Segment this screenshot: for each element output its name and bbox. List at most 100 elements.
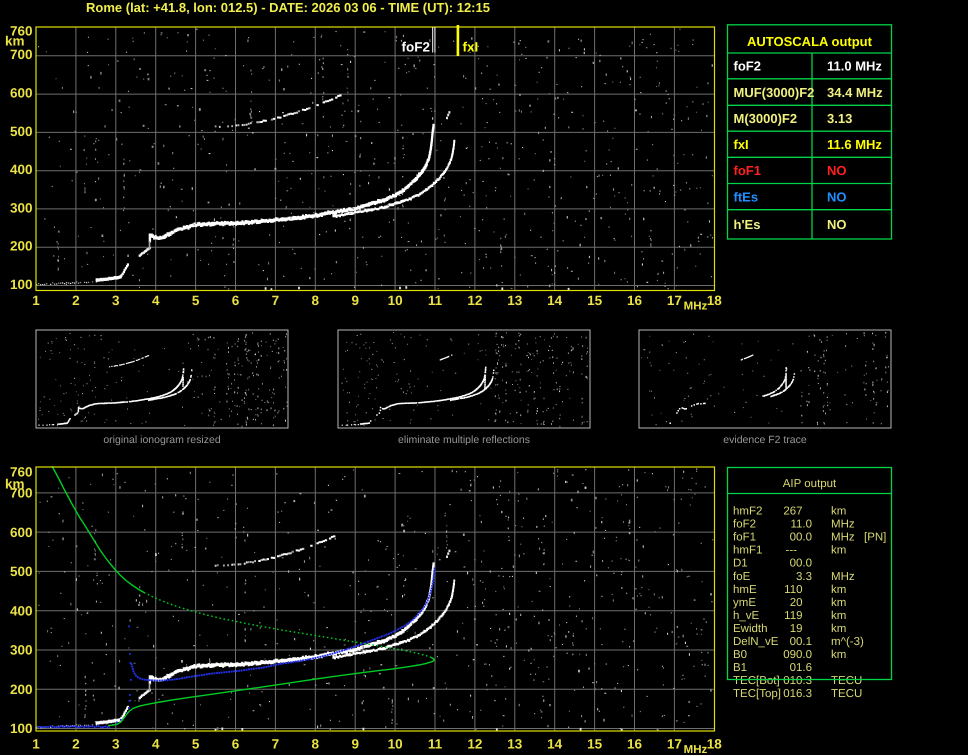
svg-text:00.0: 00.0 — [790, 558, 812, 570]
svg-text:00.1: 00.1 — [790, 636, 812, 648]
svg-text:5: 5 — [192, 737, 200, 752]
svg-text:13: 13 — [507, 737, 523, 752]
svg-text:D1: D1 — [733, 558, 748, 570]
svg-text:34.4 MHz: 34.4 MHz — [827, 85, 883, 100]
svg-text:h'Es: h'Es — [734, 217, 761, 232]
svg-text:14: 14 — [547, 293, 563, 308]
svg-text:9: 9 — [351, 293, 359, 308]
svg-text:01.6: 01.6 — [790, 662, 812, 674]
svg-text:100: 100 — [10, 721, 33, 736]
svg-text:---: --- — [786, 545, 798, 557]
svg-text:14: 14 — [547, 737, 563, 752]
svg-text:hmF1: hmF1 — [733, 545, 762, 557]
svg-text:original ionogram resized: original ionogram resized — [103, 434, 220, 446]
svg-text:eliminate multiple reflections: eliminate multiple reflections — [398, 434, 530, 446]
svg-text:6: 6 — [232, 737, 240, 752]
svg-text:MHz: MHz — [831, 571, 855, 583]
svg-text:NO: NO — [827, 189, 847, 204]
svg-text:h_vE: h_vE — [733, 610, 760, 622]
svg-text:13: 13 — [507, 293, 523, 308]
svg-text:ymE: ymE — [733, 597, 756, 609]
svg-text:7: 7 — [272, 737, 280, 752]
svg-text:11.0: 11.0 — [790, 519, 812, 531]
svg-text:15: 15 — [587, 293, 603, 308]
svg-text:m^(-3): m^(-3) — [831, 636, 864, 648]
svg-text:AUTOSCALA output: AUTOSCALA output — [747, 34, 873, 49]
svg-text:AIP output: AIP output — [783, 478, 837, 490]
svg-text:10: 10 — [388, 293, 403, 308]
svg-text:MHz: MHz — [831, 519, 855, 531]
svg-text:foE: foE — [733, 571, 751, 583]
svg-text:TEC[Top]: TEC[Top] — [733, 688, 781, 700]
svg-text:fxI: fxI — [734, 137, 749, 152]
svg-text:1: 1 — [32, 293, 40, 308]
svg-text:M(3000)F2: M(3000)F2 — [734, 111, 798, 126]
svg-text:km: km — [831, 623, 846, 635]
svg-text:3: 3 — [112, 293, 120, 308]
svg-text:17: 17 — [667, 737, 682, 752]
svg-text:km: km — [831, 610, 846, 622]
svg-text:hmF2: hmF2 — [733, 506, 762, 518]
svg-text:foF2: foF2 — [734, 59, 761, 74]
svg-text:200: 200 — [10, 682, 33, 697]
svg-text:evidence F2 trace: evidence F2 trace — [723, 434, 807, 446]
svg-text:B0: B0 — [733, 649, 747, 661]
svg-text:foF1: foF1 — [734, 163, 761, 178]
svg-text:200: 200 — [10, 239, 33, 254]
svg-text:18: 18 — [707, 293, 723, 308]
svg-text:8: 8 — [312, 293, 320, 308]
svg-text:TECU: TECU — [831, 688, 862, 700]
svg-text:7: 7 — [272, 293, 280, 308]
svg-text:400: 400 — [10, 603, 33, 618]
svg-text:18: 18 — [707, 737, 723, 752]
svg-text:3.13: 3.13 — [827, 111, 852, 126]
svg-text:TECU: TECU — [831, 675, 862, 687]
svg-text:km: km — [5, 477, 25, 492]
svg-text:11: 11 — [428, 737, 443, 752]
svg-text:00.0: 00.0 — [790, 532, 812, 544]
svg-text:km: km — [831, 545, 846, 557]
svg-text:foF2: foF2 — [402, 40, 431, 55]
svg-text:9: 9 — [351, 737, 359, 752]
svg-text:17: 17 — [667, 293, 682, 308]
svg-text:12: 12 — [467, 293, 482, 308]
svg-text:[PN]: [PN] — [864, 532, 886, 544]
svg-text:100: 100 — [10, 277, 33, 292]
svg-text:km: km — [5, 34, 25, 49]
svg-text:4: 4 — [152, 737, 160, 752]
svg-text:NO: NO — [827, 217, 847, 232]
svg-text:300: 300 — [10, 200, 33, 215]
svg-text:fxI: fxI — [463, 40, 479, 55]
svg-text:km: km — [831, 649, 846, 661]
svg-text:km: km — [831, 506, 846, 518]
svg-text:2: 2 — [72, 293, 80, 308]
svg-text:10: 10 — [388, 737, 403, 752]
svg-text:11.6 MHz: 11.6 MHz — [827, 137, 882, 152]
svg-text:B1: B1 — [733, 662, 747, 674]
svg-text:DelN_vE: DelN_vE — [733, 636, 779, 648]
svg-text:016.3: 016.3 — [783, 688, 812, 700]
svg-text:TEC[Bot]: TEC[Bot] — [733, 675, 780, 687]
svg-text:600: 600 — [10, 86, 33, 101]
svg-text:400: 400 — [10, 162, 33, 177]
svg-text:Rome (lat: +41.8, lon: 012.5): Rome (lat: +41.8, lon: 012.5) - DATE: 20… — [86, 0, 490, 15]
svg-text:8: 8 — [312, 737, 320, 752]
svg-text:16: 16 — [627, 737, 643, 752]
svg-text:300: 300 — [10, 643, 33, 658]
svg-text:11: 11 — [428, 293, 443, 308]
svg-text:hmE: hmE — [733, 584, 757, 596]
svg-text:1: 1 — [32, 737, 40, 752]
svg-text:090.0: 090.0 — [783, 649, 812, 661]
svg-text:20: 20 — [790, 597, 803, 609]
svg-text:2: 2 — [72, 737, 80, 752]
svg-text:267: 267 — [783, 506, 802, 518]
svg-text:Ewidth: Ewidth — [733, 623, 768, 635]
svg-text:11.0 MHz: 11.0 MHz — [827, 59, 882, 74]
svg-text:MHz: MHz — [684, 301, 708, 313]
svg-text:ftEs: ftEs — [734, 189, 759, 204]
svg-text:110: 110 — [784, 584, 802, 596]
svg-text:19: 19 — [790, 623, 803, 635]
svg-text:500: 500 — [10, 124, 33, 139]
svg-text:MHz: MHz — [684, 744, 708, 755]
svg-text:6: 6 — [232, 293, 240, 308]
